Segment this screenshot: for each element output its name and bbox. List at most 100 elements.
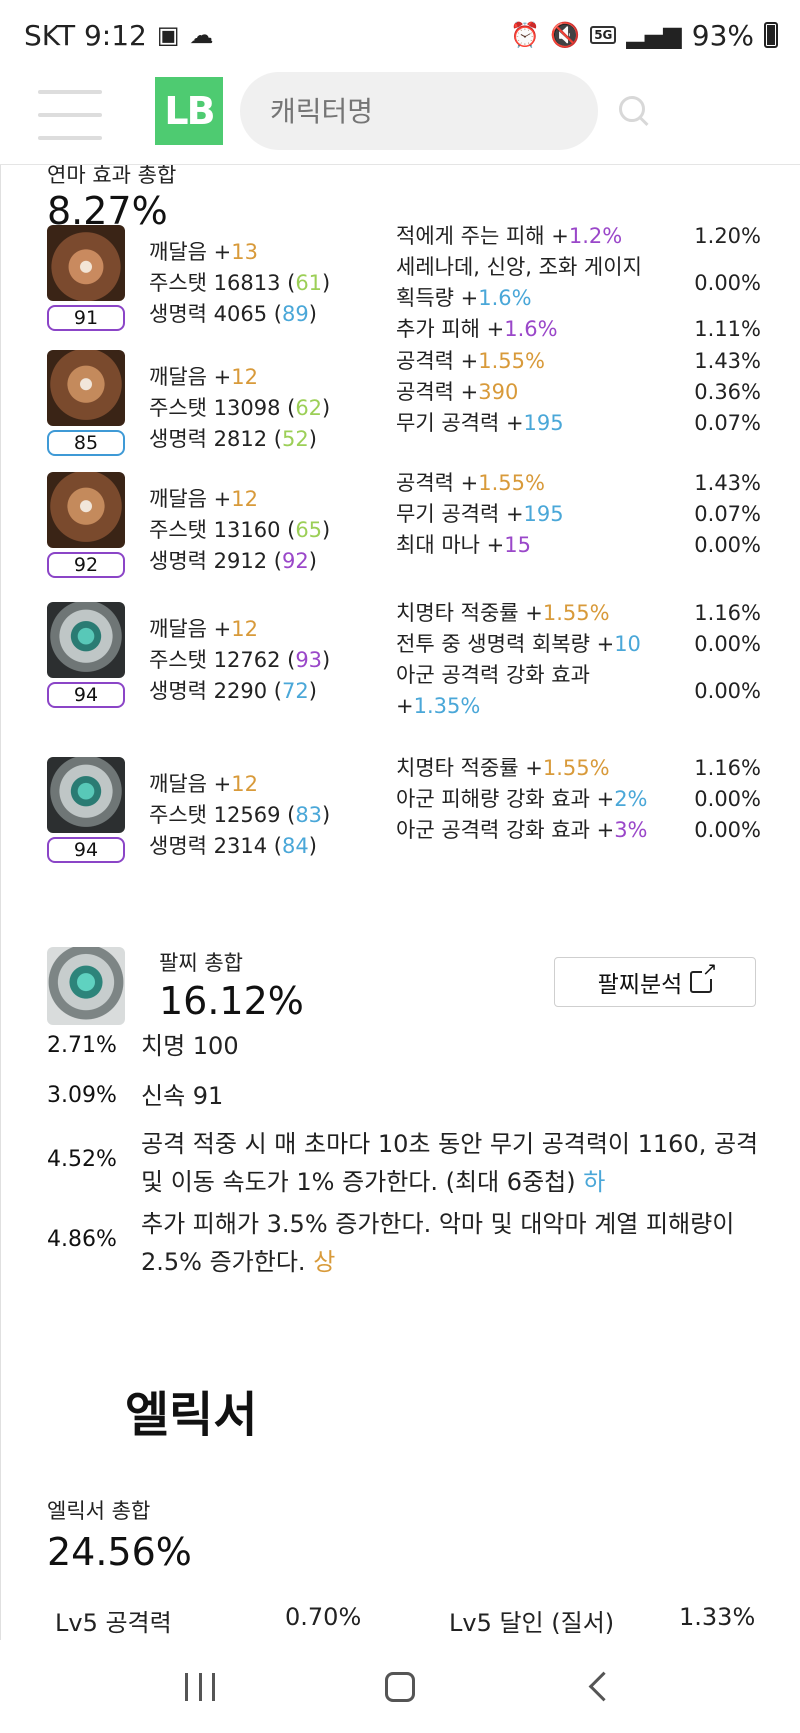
effect-percent: 0.00% bbox=[694, 270, 761, 295]
effect-percent: 0.36% bbox=[694, 380, 761, 404]
effect-percent: 0.00% bbox=[694, 787, 761, 811]
effect-text: 공격력 +390 bbox=[396, 380, 519, 404]
effect-line: 공격력 +390 0.36% bbox=[396, 377, 761, 408]
effect-value: 1.55% bbox=[478, 471, 545, 495]
effect-text: 치명타 적중률 +1.55% bbox=[396, 756, 610, 780]
accessory-effects: 적에게 주는 피해 +1.2% 1.20% 세레나데, 신앙, 조화 게이지 획득량… bbox=[396, 221, 761, 345]
recent-apps-icon[interactable] bbox=[185, 1672, 215, 1701]
elixir-total-value: 24.56% bbox=[47, 1530, 192, 1574]
effect-percent: 0.00% bbox=[694, 818, 761, 842]
menu-icon[interactable] bbox=[38, 90, 102, 140]
bracelet-analysis-button[interactable]: 팔찌분석 bbox=[554, 957, 756, 1007]
effect-percent: 1.43% bbox=[694, 349, 761, 373]
main-stat-line: 주스탯 16813 (61) bbox=[149, 271, 331, 295]
effect-value: 1.55% bbox=[542, 756, 610, 780]
effect-value: 1.35% bbox=[413, 694, 481, 718]
effect-value: 3% bbox=[614, 818, 648, 842]
accessory-effects: 치명타 적중률 +1.55% 1.16% 아군 피해량 강화 효과 +2% 0.00%… bbox=[396, 753, 761, 846]
effect-value: 1.2% bbox=[568, 224, 623, 248]
effect-line: 무기 공격력 +195 0.07% bbox=[396, 499, 761, 530]
hp-line: 생명력 2912 (92) bbox=[149, 549, 317, 573]
quality-badge: 85 bbox=[47, 430, 125, 456]
effect-line: 적에게 주는 피해 +1.2% 1.20% bbox=[396, 221, 761, 252]
effect-percent: 0.07% bbox=[694, 411, 761, 435]
effect-percent: 0.00% bbox=[694, 632, 761, 656]
accessory-effects: 치명타 적중률 +1.55% 1.16% 전투 중 생명력 회복량 +10 0.00%… bbox=[396, 598, 761, 722]
effect-line: 아군 피해량 강화 효과 +2% 0.00% bbox=[396, 784, 761, 815]
earring-icon bbox=[47, 472, 125, 548]
elixir-row-1-name: Lv5 공격력 bbox=[55, 1609, 172, 1637]
effect-text: 추가 피해 +1.6% bbox=[396, 317, 558, 341]
effect-line: 아군 공격력 강화 효과 +1.35% 0.00% bbox=[396, 660, 761, 722]
awakening-line: 깨달음 +12 bbox=[149, 617, 258, 641]
effect-value: 15 bbox=[504, 533, 531, 557]
effect-line: 아군 공격력 강화 효과 +3% 0.00% bbox=[396, 815, 761, 846]
elixir-title: 엘릭서 bbox=[125, 1387, 258, 1443]
search-input[interactable] bbox=[270, 94, 619, 128]
bracelet-icon bbox=[47, 947, 125, 1025]
battery-icon bbox=[764, 22, 778, 48]
main-stat-line: 주스탯 13160 (65) bbox=[149, 518, 331, 542]
accessory-stats: 깨달음 +12 주스탯 13160 (65) 생명력 2912 (92) bbox=[149, 484, 330, 577]
quality-badge: 94 bbox=[47, 837, 125, 863]
elixir-total-label: 엘릭서 총합 bbox=[47, 1499, 151, 1523]
back-icon[interactable] bbox=[585, 1672, 615, 1702]
awakening-line: 깨달음 +12 bbox=[149, 365, 258, 389]
effect-text: 최대 마나 +15 bbox=[396, 533, 531, 557]
bracelet-total-label: 팔찌 총합 bbox=[159, 951, 243, 975]
bracelet-option-text: 공격 적중 시 매 초마다 10초 동안 무기 공격력이 1160, 공격 및 … bbox=[141, 1130, 759, 1196]
bracelet-option-percent: 2.71% bbox=[47, 1033, 117, 1058]
effect-value: 1.6% bbox=[504, 317, 558, 341]
hp-line: 생명력 2812 (52) bbox=[149, 427, 317, 451]
elixir-row-2-name: Lv5 달인 (질서) bbox=[449, 1609, 615, 1637]
alarm-icon: ⏰ bbox=[510, 21, 541, 49]
bracelet-option-percent: 4.86% bbox=[47, 1227, 117, 1252]
effect-percent: 0.00% bbox=[694, 678, 761, 703]
mute-icon: 🔇 bbox=[550, 21, 581, 49]
effect-line: 치명타 적중률 +1.55% 1.16% bbox=[396, 598, 761, 629]
hp-line: 생명력 2314 (84) bbox=[149, 834, 317, 858]
effect-line: 공격력 +1.55% 1.43% bbox=[396, 468, 761, 499]
bracelet-option-text: 추가 피해가 3.5% 증가한다. 악마 및 대악마 계열 피해량이 2.5% … bbox=[141, 1210, 735, 1276]
ring-icon bbox=[47, 757, 125, 833]
effect-value: 2% bbox=[614, 787, 648, 811]
effect-text: 아군 공격력 강화 효과 +1.35% bbox=[396, 663, 590, 718]
effect-text: 치명타 적중률 +1.55% bbox=[396, 601, 610, 625]
elixir-row-1-pct: 0.70% bbox=[285, 1603, 362, 1631]
effect-value: 1.55% bbox=[478, 349, 545, 373]
effect-value: 10 bbox=[614, 632, 641, 656]
bracelet-option-grade: 하 bbox=[583, 1168, 606, 1196]
main-stat-line: 주스탯 12762 (93) bbox=[149, 648, 331, 672]
accessory-stats: 깨달음 +12 주스탯 13098 (62) 생명력 2812 (52) bbox=[149, 362, 330, 455]
bracelet-option-percent: 4.52% bbox=[47, 1147, 117, 1172]
effect-percent: 1.43% bbox=[694, 471, 761, 495]
status-right: ⏰ 🔇 5G ▂▄▆ 93% bbox=[510, 19, 778, 52]
effect-percent: 1.20% bbox=[694, 224, 761, 248]
effect-percent: 0.07% bbox=[694, 502, 761, 526]
status-bar: SKT 9:12 ▣ ☁ ⏰ 🔇 5G ▂▄▆ 93% bbox=[0, 0, 800, 70]
effect-line: 전투 중 생명력 회복량 +10 0.00% bbox=[396, 629, 761, 660]
effect-value: 1.6% bbox=[478, 286, 532, 310]
ring-icon bbox=[47, 602, 125, 678]
effect-line: 무기 공격력 +195 0.07% bbox=[396, 408, 761, 439]
bracelet-option-percent: 3.09% bbox=[47, 1083, 117, 1108]
effect-text: 공격력 +1.55% bbox=[396, 471, 545, 495]
effect-text: 적에게 주는 피해 +1.2% bbox=[396, 224, 623, 248]
search-bar[interactable] bbox=[240, 72, 645, 150]
logo[interactable]: LB bbox=[155, 77, 223, 145]
effect-line: 최대 마나 +15 0.00% bbox=[396, 530, 761, 561]
main-content: 연마 효과 총합 8.27% 91 깨달음 +13 주스탯 16813 (61)… bbox=[0, 165, 800, 1640]
accessory-stats: 깨달음 +12 주스탯 12762 (93) 생명력 2290 (72) bbox=[149, 614, 330, 707]
effect-percent: 1.16% bbox=[694, 756, 761, 780]
effect-text: 아군 공격력 강화 효과 +3% bbox=[396, 818, 648, 842]
effect-value: 390 bbox=[478, 380, 519, 404]
hp-line: 생명력 4065 (89) bbox=[149, 302, 317, 326]
network-5g-icon: 5G bbox=[590, 26, 617, 44]
effect-line: 세레나데, 신앙, 조화 게이지 획득량 +1.6% 0.00% bbox=[396, 252, 761, 314]
home-icon[interactable] bbox=[385, 1671, 415, 1702]
awakening-line: 깨달음 +12 bbox=[149, 772, 258, 796]
external-link-icon bbox=[690, 961, 718, 993]
battery-text: 93% bbox=[691, 18, 754, 52]
effect-value: 1.55% bbox=[542, 601, 610, 625]
app-header: LB bbox=[0, 70, 800, 165]
